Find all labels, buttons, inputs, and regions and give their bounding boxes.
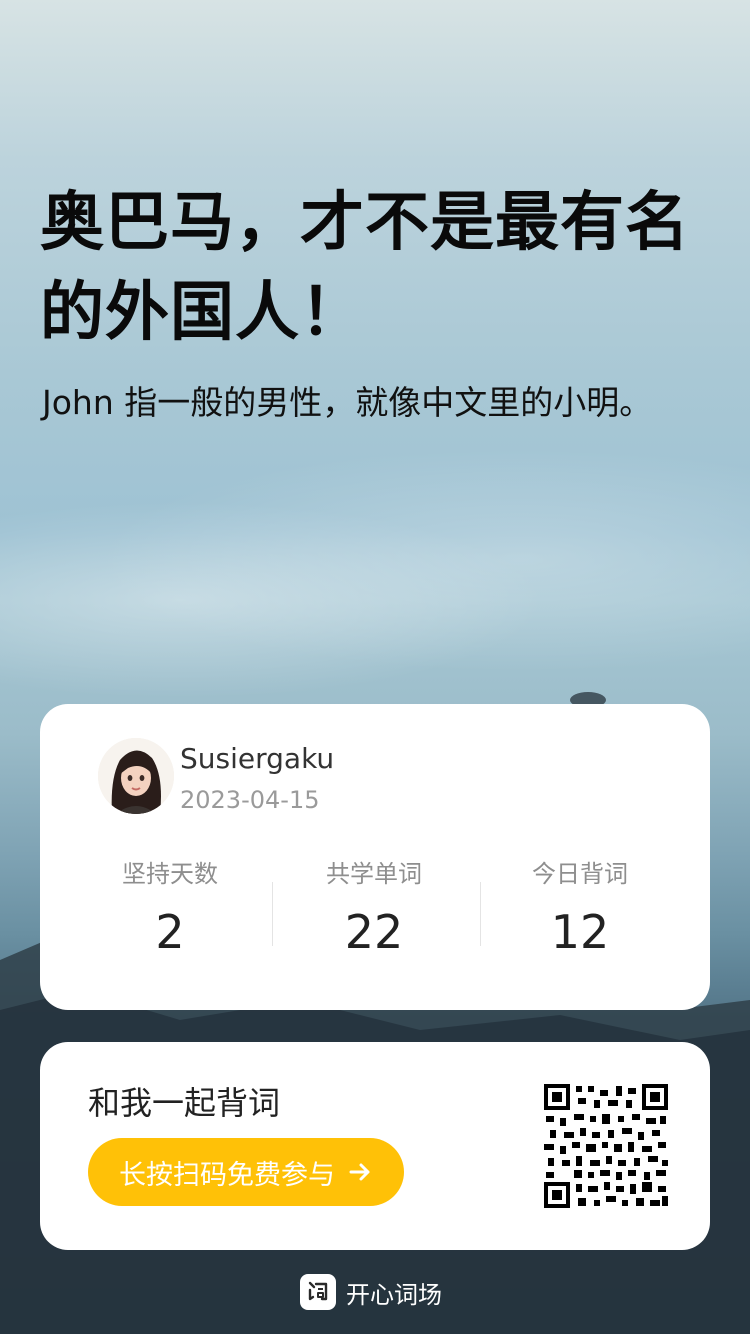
stat-value: 22 <box>344 905 404 959</box>
stat-words-total: 共学单词 22 <box>274 854 474 964</box>
qr-code-icon[interactable] <box>542 1082 670 1210</box>
brand-name: 开心词场 <box>346 1280 442 1309</box>
profile-card: Susiergaku 2023-04-15 坚持天数 2 共学单词 22 今日背… <box>40 704 710 1010</box>
avatar[interactable] <box>98 738 174 814</box>
join-date: 2023-04-15 <box>180 786 320 814</box>
stat-words-today: 今日背词 12 <box>480 854 680 964</box>
join-button[interactable]: 长按扫码免费参与 <box>88 1138 404 1206</box>
stat-value: 2 <box>155 905 185 959</box>
invite-title: 和我一起背词 <box>88 1084 281 1122</box>
avatar-illustration-icon <box>98 738 174 814</box>
subline: John 指一般的男性，就像中文里的小明。 <box>42 383 653 422</box>
stat-label: 共学单词 <box>326 860 422 888</box>
arrow-right-icon <box>349 1163 370 1181</box>
headline: 奥巴马，才不是最有名的外国人！ <box>40 186 690 350</box>
stat-days: 坚持天数 2 <box>70 854 270 964</box>
brand-footer: 开心词场 <box>300 1272 442 1312</box>
stat-label: 今日背词 <box>532 860 628 888</box>
stat-value: 12 <box>550 905 610 959</box>
brand-logo-icon <box>300 1274 336 1310</box>
stat-label: 坚持天数 <box>122 860 218 888</box>
join-button-label: 长按扫码免费参与 <box>119 1159 335 1191</box>
stat-divider <box>272 882 273 946</box>
username: Susiergaku <box>180 742 335 775</box>
invite-card: 和我一起背词 长按扫码免费参与 <box>40 1042 710 1250</box>
